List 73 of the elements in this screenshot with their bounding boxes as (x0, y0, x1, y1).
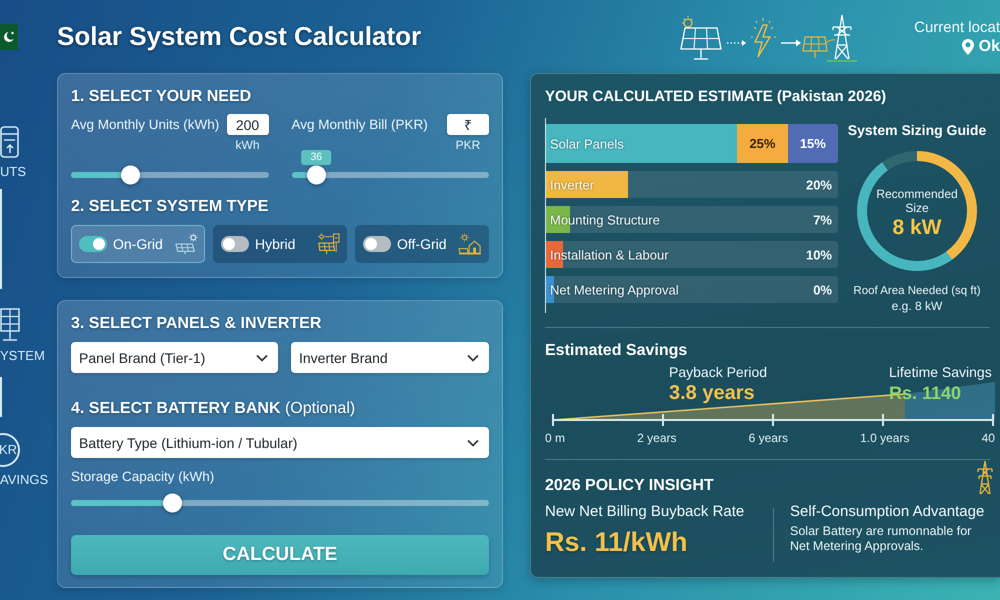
axis-label: 6 years (748, 431, 788, 445)
section-heading: Estimated Savings (545, 341, 688, 361)
roof-area-value: e.g. 8 kW (892, 299, 942, 313)
number-input[interactable]: 200 (226, 114, 268, 135)
number-input[interactable]: ₹ (447, 114, 489, 135)
sun-house-icon (458, 233, 482, 255)
unit-label: kWh (236, 138, 260, 152)
value-tooltip: 36 (301, 150, 332, 165)
chevron-down-icon (467, 438, 479, 446)
currency-badge: KR (0, 433, 20, 467)
section-heading: 3. SELECT PANELS & INVERTER (71, 314, 322, 334)
cost-label: Solar Panels (550, 136, 624, 151)
section-heading: 4. SELECT BATTERY BANK (Optional) (71, 399, 356, 419)
sizing-title: System Sizing Guide (848, 122, 986, 138)
unit-label: PKR (456, 138, 480, 152)
cost-percent: 7% (813, 212, 832, 227)
solar-battery-icon (316, 233, 340, 255)
location-label: Current locat (914, 19, 1000, 36)
axis-label: 2 years (637, 431, 676, 445)
location-value: Ok (978, 38, 1000, 56)
field-label: Avg Monthly Bill (PKR) (292, 116, 429, 134)
slider-handle[interactable] (121, 166, 140, 184)
payback-value: 3.8 years (669, 381, 755, 405)
location-pin-icon (962, 39, 974, 55)
axis-label: 40 (982, 431, 995, 445)
dropdown[interactable]: Panel Brand (Tier-1) (71, 342, 278, 373)
chevron-down-icon (467, 354, 479, 362)
cost-percent: 0% (813, 282, 832, 297)
payback-label: Payback Period (669, 364, 768, 381)
advantage-note: Solar Battery are rumonnable for Net Metering Approvals. (790, 524, 972, 554)
sidebar-item[interactable]: UTS (0, 125, 26, 179)
slider-handle[interactable] (307, 166, 326, 184)
axis-label: 0 m (545, 431, 566, 445)
sidebar-item[interactable]: KR AVINGS (0, 433, 48, 487)
axis-label: 1.0 years (860, 431, 910, 445)
field-label: Avg Monthly Units (kWh) (71, 116, 220, 134)
field-label: Storage Capacity (kWh) (71, 468, 216, 486)
sidebar-item[interactable]: YSTEM (0, 307, 45, 363)
gauge-value: 8 kW (892, 214, 942, 240)
cost-percent: 20% (806, 177, 832, 192)
rate-value: Rs. 11/kWh (545, 526, 689, 559)
dropdown[interactable]: Inverter Brand (291, 342, 489, 373)
form-upload-icon (0, 125, 20, 159)
flag-icon (0, 24, 18, 50)
advantage-title: Self-Consumption Advantage (790, 502, 986, 521)
roof-area-label: Roof Area Needed (sq ft) (853, 285, 981, 297)
toggle-switch[interactable] (363, 236, 391, 252)
chevron-down-icon (256, 354, 268, 362)
toggle-switch[interactable] (221, 236, 249, 252)
solar-panel-icon (0, 307, 20, 343)
cost-share-tag: 25% (737, 124, 788, 163)
cost-label: Mounting Structure (550, 212, 660, 227)
cost-label: Net Metering Approval (550, 282, 679, 297)
cost-share-tag: 15% (788, 124, 838, 163)
lifetime-label: Lifetime Savings (889, 364, 992, 381)
section-heading: 2. SELECT SYSTEM TYPE (71, 197, 270, 217)
system-type-option[interactable]: On-Grid (71, 225, 205, 263)
lifetime-value: Rs. 1140 (889, 382, 962, 405)
rate-label: New Net Billing Buyback Rate (545, 502, 746, 521)
cost-label: Inverter (550, 177, 594, 192)
cost-percent: 10% (806, 247, 832, 262)
slider-handle[interactable] (162, 494, 182, 512)
solar-panel-sun-icon (174, 233, 198, 255)
section-heading: 2026 POLICY INSIGHT (545, 476, 714, 496)
power-tower-icon (976, 460, 994, 496)
section-heading: 1. SELECT YOUR NEED (71, 87, 252, 107)
system-type-option[interactable]: Hybrid (213, 225, 347, 263)
system-type-option[interactable]: Off-Grid (355, 225, 489, 263)
results-title: YOUR CALCULATED ESTIMATE (Pakistan 2026) (545, 87, 888, 107)
toggle-switch[interactable] (79, 236, 107, 252)
page-title: Solar System Cost Calculator (57, 21, 422, 52)
dropdown[interactable]: Battery Type (Lithium-ion / Tubular) (71, 427, 489, 458)
gauge-label: Recommended Size (875, 186, 959, 214)
